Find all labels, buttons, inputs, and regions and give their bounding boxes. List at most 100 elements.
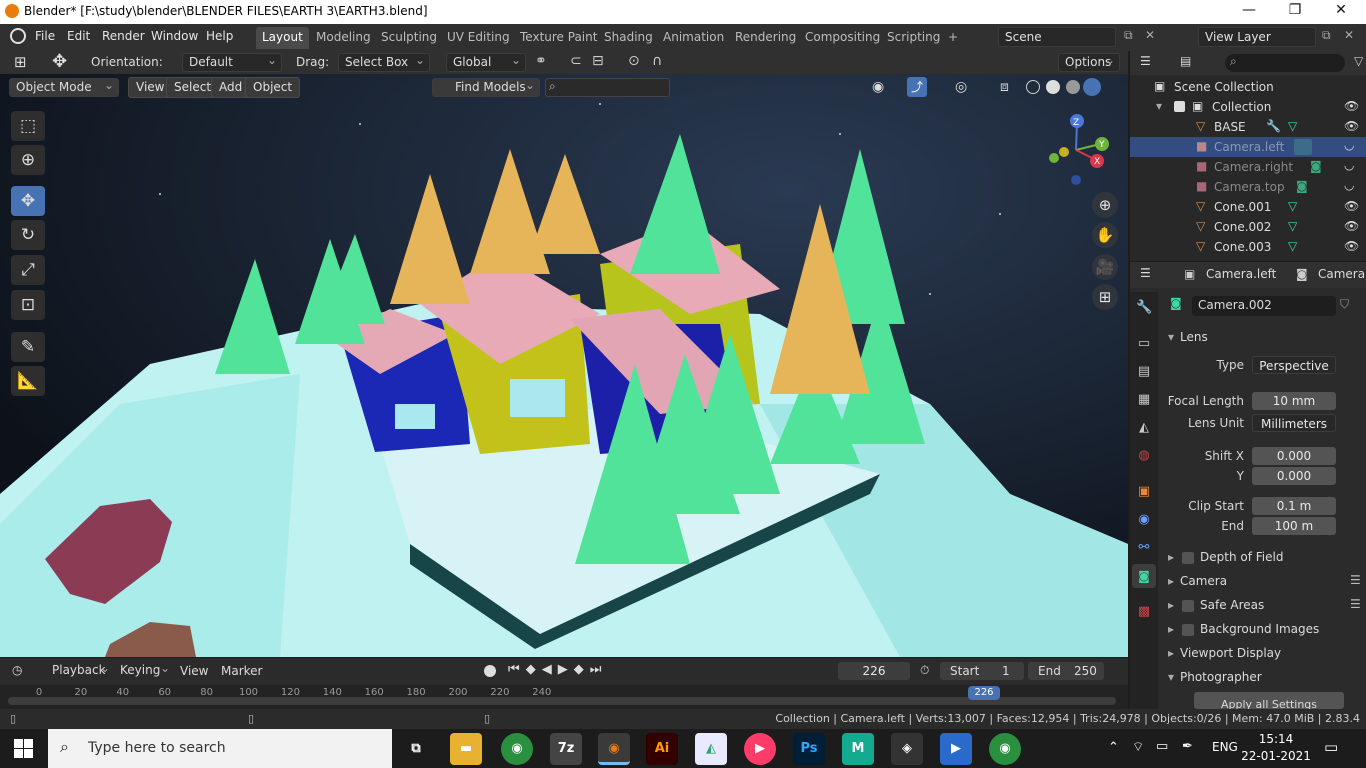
start-frame-field[interactable]: Start 1 [940,662,1024,680]
new-scene-icon[interactable]: ⧉ [1124,28,1133,43]
language-indicator[interactable]: ENG [1212,740,1238,754]
find-models-search-input[interactable] [545,78,670,97]
preview-range-clock-icon[interactable]: ⏱ [920,663,929,678]
texture-tab-icon[interactable]: ▩ [1136,604,1152,620]
options-dropdown[interactable]: Options [1058,53,1120,72]
timeline-editor-icon[interactable]: ◷ [12,663,22,677]
transform-orientation-dropdown[interactable]: Global [446,53,526,72]
current-frame-field[interactable]: 226 [838,662,910,680]
eye-icon[interactable]: 👁 [1344,219,1359,233]
transform-tool[interactable]: ⊡ [11,290,45,320]
timeline-scrollbar[interactable] [8,697,1116,705]
taskbar-search-box[interactable]: ⌕ Type here to search [48,729,392,768]
orientation-dropdown[interactable]: Default [182,53,282,72]
move-tool[interactable]: ✥ [11,186,45,216]
timeline-view-menu[interactable]: View [180,664,208,678]
eye-icon[interactable]: 👁 [1344,239,1359,253]
proportional-edit-icon[interactable]: ⊙ [628,53,640,69]
blender-menu-icon[interactable] [10,28,26,44]
eye-icon[interactable]: 👁 [1344,99,1359,113]
network-icon[interactable]: ⌔ [1132,739,1144,755]
menu-window[interactable]: Window [151,29,198,43]
background-images-checkbox[interactable] [1182,624,1194,636]
outliner-scene-collection[interactable]: ▣ Scene Collection [1130,77,1366,97]
measure-tool[interactable]: 📐 [11,366,45,396]
output-tab-icon[interactable]: ▤ [1136,364,1152,380]
clip-start-field[interactable]: 0.1 m [1252,497,1336,515]
photoshop-icon[interactable]: Ps [793,733,825,765]
viewport-display-panel[interactable]: ▸ Viewport Display [1160,642,1366,666]
safe-areas-panel[interactable]: ▸ Safe Areas ☰ [1160,594,1366,618]
unity-icon[interactable]: ◈ [891,733,923,765]
maximize-button[interactable]: ❐ [1272,2,1318,18]
visibility-toggle-icon[interactable]: ◉ [872,79,884,95]
tab-layout[interactable]: Layout [256,27,309,49]
wireframe-shading-icon[interactable] [1026,80,1040,94]
eye-closed-icon[interactable]: ◡ [1344,138,1354,152]
task-view-icon[interactable]: ⧉ [400,733,432,765]
zoom-icon[interactable]: ⊕ [1092,192,1118,218]
chrome-icon[interactable]: ◉ [501,733,533,765]
lens-unit-dropdown[interactable]: Millimeters [1252,414,1336,432]
outliner-item-cone-003[interactable]: ▽ Cone.003 ▽ 👁 [1130,237,1366,257]
menu-help[interactable]: Help [206,29,233,43]
eye-icon[interactable]: 👁 [1344,119,1359,133]
display-mode-icon[interactable]: ▤ [1180,54,1191,68]
camera-data-tab-icon[interactable]: ◙ [1132,564,1156,588]
outliner-item-camera-left[interactable]: ■ Camera.left ◡ [1130,137,1366,157]
playhead-label[interactable]: 226 [968,686,1000,700]
end-frame-field[interactable]: End 250 [1028,662,1104,680]
solid-shading-icon[interactable] [1046,80,1060,94]
tab-rendering[interactable]: Rendering [729,27,802,49]
snap-icon[interactable]: ⊂ [570,53,582,69]
close-button[interactable]: ✕ [1318,2,1364,18]
file-explorer-icon[interactable]: ▬ [450,733,482,765]
presets-list-icon[interactable]: ☰ [1350,573,1361,587]
7zip-icon[interactable]: 7z [550,733,582,765]
outliner-item-base[interactable]: ▽ BASE 🔧 ▽ 👁 [1130,117,1366,137]
cursor-tool[interactable]: ⊕ [11,145,45,175]
outliner-item-cone-002[interactable]: ▽ Cone.002 ▽ 👁 [1130,217,1366,237]
apply-all-settings-button[interactable]: Apply all Settings [1194,692,1344,709]
tab-animation[interactable]: Animation [657,27,730,49]
scene-tab-icon[interactable]: ◭ [1136,420,1152,436]
menu-edit[interactable]: Edit [67,29,90,43]
maya-icon[interactable]: M [842,733,874,765]
tool-tab-icon[interactable]: 🔧 [1136,300,1152,316]
view-layer-tab-icon[interactable]: ▦ [1136,392,1152,408]
world-tab-icon[interactable]: ◍ [1136,448,1152,464]
focal-length-field[interactable]: 10 mm [1252,392,1336,410]
movie-maker-icon[interactable]: ▶ [940,733,972,765]
physics-tab-icon[interactable]: ◉ [1136,512,1152,528]
tab-sculpting[interactable]: Sculpting [375,27,443,49]
constraints-tab-icon[interactable]: ⚯ [1136,540,1152,556]
snap-target-icon[interactable]: ⊟ [592,53,604,69]
object-menu[interactable]: Object [245,77,301,98]
outliner-search-input[interactable] [1225,54,1345,72]
camera-view-icon[interactable]: 🎥 [1092,254,1118,280]
menu-render[interactable]: Render [102,29,145,43]
properties-editor-icon[interactable]: ☰ [1140,266,1151,280]
object-tab-icon[interactable]: ▣ [1136,484,1152,500]
playback-menu[interactable]: Playback [46,661,114,681]
menu-file[interactable]: File [35,29,55,43]
minimize-button[interactable]: — [1226,2,1272,18]
pivot-point-icon[interactable]: ⚭ [535,53,547,69]
overlays-icon[interactable]: ◎ [955,79,967,95]
tab-texture-paint[interactable]: Texture Paint [514,27,603,49]
drag-dropdown[interactable]: Select Box [338,53,430,72]
chrome-icon-2[interactable]: ◉ [989,733,1021,765]
xray-icon[interactable]: ⧈ [1000,79,1009,95]
photographer-panel[interactable]: ▾ Photographer [1160,666,1366,690]
pen-icon[interactable]: ✒ [1182,739,1193,754]
ortho-grid-icon[interactable]: ⊞ [1092,284,1118,310]
filter-icon[interactable]: ▽ [1354,54,1363,68]
illustrator-icon[interactable]: Ai [646,733,678,765]
background-images-panel[interactable]: ▸ Background Images [1160,618,1366,642]
view-layer-selector[interactable]: View Layer [1198,27,1316,47]
object-mode-dropdown[interactable]: Object Mode [9,78,119,97]
scene-selector[interactable]: Scene [998,27,1116,47]
collection-checkbox[interactable] [1174,101,1185,112]
render-tab-icon[interactable]: ▭ [1136,336,1152,352]
windows-start-icon[interactable] [14,739,34,759]
